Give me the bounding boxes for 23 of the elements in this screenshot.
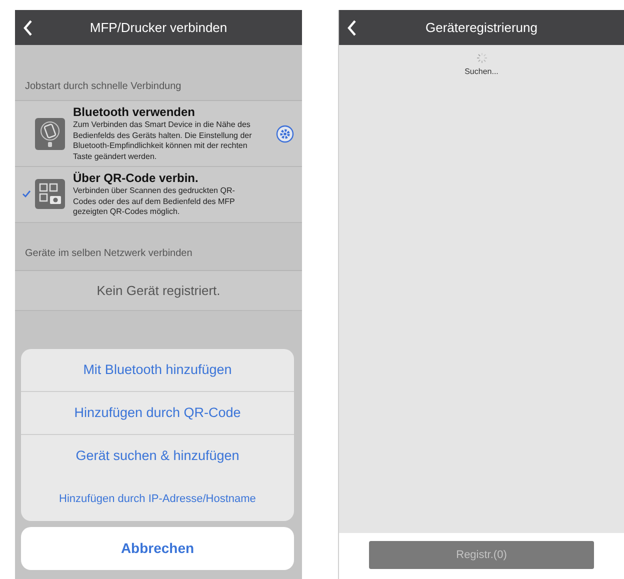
section-header: Jobstart durch schnelle Verbindung [24,80,182,94]
checkmark-icon [22,190,30,198]
qr-code-icon [35,179,65,210]
phone-icon [35,118,65,150]
connection-option[interactable]: Bluetooth verwenden Zum Verbinden das Smart Device in die Nähe des Bedienfelds des Geräts halten. Die Einstellung der Bluetooth-Empfindlichkeit können mit der rechten Taste geändert werden. [15,101,302,167]
back-icon[interactable] [347,20,357,36]
empty-message: Kein Gerät registriert. [15,270,302,311]
status-text: Suchen... [464,66,498,78]
back-icon[interactable] [23,20,33,36]
option-description: Zum Verbinden das Smart Device in die Nähe des Bedienfelds des Geräts halten. Die Einstellung der Bluetooth-Empfindlichkeit können mit der rechten Taste geändert werden. [73,120,253,162]
screen-title: Geräteregistrierung [424,18,538,37]
loading-spinner-icon [476,52,488,64]
settings-icon[interactable] [276,124,294,142]
action-option[interactable]: Hinzufügen durch QR-Code [21,392,294,435]
cancel-button[interactable]: Abbrechen [21,527,294,570]
action-option[interactable]: Mit Bluetooth hinzufügen [21,349,294,392]
action-option[interactable]: Gerät suchen & hinzufügen [21,435,294,478]
option-title: Über QR-Code verbin. [73,171,200,186]
option-title: Bluetooth verwenden [73,105,196,120]
screen-title: MFP/Drucker verbinden [88,18,228,37]
connection-option[interactable]: Über QR-Code verbin. Verbinden über Scannen des gedruckten QR-Codes oder des auf dem Bedienfeld des MFP gezeigten QR-Codes möglich. [15,167,302,222]
option-description: Verbinden über Scannen des gedruckten QR-Codes oder des auf dem Bedienfeld des MFP gezeigten QR-Codes möglich. [73,186,236,218]
action-option[interactable]: Hinzufügen durch IP-Adresse/Hostname [21,478,294,521]
